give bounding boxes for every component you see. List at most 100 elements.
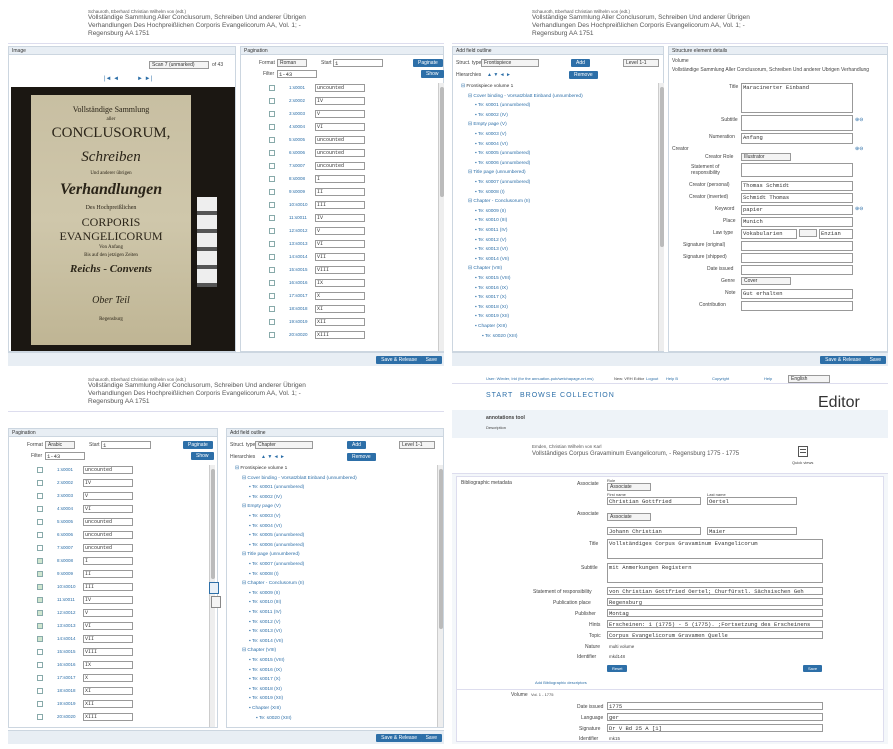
place-field[interactable]: Munich xyxy=(741,217,853,227)
tree-page-node[interactable]: ▪ Te: s0003 (V) xyxy=(475,131,506,139)
page-label-input[interactable]: uncounted xyxy=(315,162,365,170)
page-label-input[interactable]: V xyxy=(315,110,365,118)
tree-node[interactable]: ⊟ Chapter - Conclusorum (II) xyxy=(468,198,530,206)
pagination-row[interactable]: 20:s0020 XIII xyxy=(241,330,437,343)
tree-page-node[interactable]: ▪ Te: s0009 (II) xyxy=(475,208,506,216)
creator-inverted-field[interactable]: Schmidt Thomas xyxy=(741,193,853,203)
page-checkbox[interactable] xyxy=(37,701,43,707)
move-arrows-icon[interactable]: ▲ ▼ ◄ ► xyxy=(487,72,511,78)
publication-place-field[interactable]: Regensburg xyxy=(607,598,823,606)
signature-shipped-field[interactable] xyxy=(741,253,853,263)
pagination-row[interactable]: 7:s0007 uncounted xyxy=(9,543,205,556)
tree-page-node[interactable]: ▪ Te: s0001 (unnumbered) xyxy=(475,102,530,110)
page-label-input[interactable]: VIII xyxy=(83,648,133,656)
pagination-row[interactable]: 17:s0017 X xyxy=(241,291,437,304)
creator-personal-field[interactable]: Thomas Schmidt xyxy=(741,181,853,191)
language-field[interactable]: ger xyxy=(607,713,823,721)
add-remove-icon[interactable]: ⊕⊖ xyxy=(855,117,863,123)
pagination-row[interactable]: 19:s0019 XII xyxy=(9,699,205,712)
page-label-input[interactable]: XIII xyxy=(83,713,133,721)
tree-page-node[interactable]: ▪ Te: s0007 (unnumbered) xyxy=(249,561,304,569)
date-issued-field[interactable] xyxy=(741,265,853,275)
page-checkbox[interactable] xyxy=(37,714,43,720)
creator-role-select[interactable]: Illustrator xyxy=(741,153,791,161)
tree-page-node[interactable]: ▪ Te: s0020 (XIII) xyxy=(256,715,291,723)
page-label-input[interactable]: uncounted xyxy=(83,518,133,526)
tree-node[interactable]: ⊟ Cover binding - Vorsatzblatt Einband (… xyxy=(242,475,357,483)
pagination-row[interactable]: 17:s0017 X xyxy=(9,673,205,686)
associate-role-select[interactable]: Associate xyxy=(607,483,651,491)
tree-page-node[interactable]: ▪ Te: s0006 (unnumbered) xyxy=(475,160,530,168)
tree-page-node[interactable]: ▪ Te: s0001 (unnumbered) xyxy=(249,484,304,492)
page-label-input[interactable]: IV xyxy=(83,479,133,487)
page-checkbox[interactable] xyxy=(37,467,43,473)
page-label-input[interactable]: VI xyxy=(83,622,133,630)
page-checkbox[interactable] xyxy=(37,675,43,681)
page-label-input[interactable]: V xyxy=(83,492,133,500)
tree-page-node[interactable]: ▪ Te: s0015 (VIII) xyxy=(475,275,510,283)
pagination-row[interactable]: 15:s0015 VIII xyxy=(9,647,205,660)
tree-scrollbar[interactable] xyxy=(437,465,443,727)
tree-node[interactable]: ⊟ Title page (unnumbered) xyxy=(468,169,526,177)
structure-tree[interactable]: ⊟ Frontispiece volume 1 ⊟ Cover binding -… xyxy=(457,83,657,351)
tree-scrollbar[interactable] xyxy=(658,83,664,351)
filter-input[interactable]: 1-43 xyxy=(45,452,85,460)
page-checkbox[interactable] xyxy=(37,649,43,655)
pagination-row[interactable]: 10:s0010 III xyxy=(241,200,437,213)
level-select[interactable]: Level 1-1 xyxy=(623,59,659,67)
pagination-row[interactable]: 11:s0011 IV xyxy=(241,213,437,226)
page-label-input[interactable]: IX xyxy=(315,279,365,287)
page-checkbox[interactable] xyxy=(37,597,43,603)
tree-page-node[interactable]: ▪ Te: s0020 (XIII) xyxy=(482,333,517,341)
page-checkbox[interactable] xyxy=(269,202,275,208)
page-label-input[interactable]: XII xyxy=(315,318,365,326)
paginate-button[interactable]: Paginate xyxy=(413,59,443,67)
subnav-workflow[interactable]: annotations tool xyxy=(486,415,525,421)
save-button[interactable]: Save xyxy=(864,356,886,364)
pagination-row[interactable]: 13:s0013 VI xyxy=(241,239,437,252)
tree-page-node[interactable]: ▪ Te: s0005 (unnumbered) xyxy=(249,532,304,540)
page-label-input[interactable]: V xyxy=(315,227,365,235)
statement-field[interactable] xyxy=(741,163,853,177)
page-checkbox[interactable] xyxy=(269,137,275,143)
pagination-row[interactable]: 12:s0012 V xyxy=(241,226,437,239)
publisher-field[interactable]: Montag xyxy=(607,609,823,617)
save-release-button[interactable]: Save & Release xyxy=(376,734,422,742)
page-label-input[interactable]: III xyxy=(83,583,133,591)
tree-page-node[interactable]: ▪ Te: s0019 (XII) xyxy=(249,695,283,703)
contribution-field[interactable] xyxy=(741,301,853,311)
page-checkbox[interactable] xyxy=(269,267,275,273)
first-name-field[interactable]: Christian Gottfried xyxy=(607,497,701,505)
copyright-link[interactable]: Copyright xyxy=(712,376,729,381)
move-arrows-icon[interactable]: ▲ ▼ ◄ ► xyxy=(261,454,285,460)
page-checkbox[interactable] xyxy=(269,306,275,312)
tree-page-node[interactable]: ▪ Te: s0005 (unnumbered) xyxy=(475,150,530,158)
nav-prev-icon[interactable]: |◄ ◄ xyxy=(104,76,119,82)
add-remove-icon[interactable]: ⊕⊖ xyxy=(855,206,863,212)
tree-page-node[interactable]: ▪ Te: s0013 (VI) xyxy=(475,246,508,254)
language-select[interactable]: English xyxy=(788,375,830,383)
pagination-row[interactable]: 12:s0012 V xyxy=(9,608,205,621)
pagination-row[interactable]: 5:s0005 uncounted xyxy=(9,517,205,530)
pagination-row[interactable]: 18:s0018 XI xyxy=(241,304,437,317)
pagination-row[interactable]: 19:s0019 XII xyxy=(241,317,437,330)
page-checkbox[interactable] xyxy=(269,176,275,182)
tree-page-node[interactable]: ▪ Te: s0014 (VII) xyxy=(475,256,509,264)
page-label-input[interactable]: XIII xyxy=(315,331,365,339)
page-label-input[interactable]: VI xyxy=(315,123,365,131)
page-checkbox[interactable] xyxy=(269,280,275,286)
filter-input[interactable]: 1-43 xyxy=(277,70,317,78)
page-label-input[interactable]: VI xyxy=(315,240,365,248)
pagination-row[interactable]: 14:s0014 VII xyxy=(9,634,205,647)
remove-button[interactable]: Remove xyxy=(347,453,376,461)
save-button[interactable]: Save xyxy=(420,356,442,364)
pagination-row[interactable]: 2:s0002 IV xyxy=(9,478,205,491)
pagination-scrollbar[interactable] xyxy=(438,83,444,351)
page-checkbox[interactable] xyxy=(269,124,275,130)
calendar-icon[interactable] xyxy=(798,446,808,457)
page-checkbox[interactable] xyxy=(269,241,275,247)
tree-node[interactable]: ⊟ Frontispiece volume 1 xyxy=(461,83,513,91)
lawtype-select[interactable] xyxy=(799,229,817,237)
page-checkbox[interactable] xyxy=(37,571,43,577)
tree-page-node[interactable]: ▪ Te: s0012 (V) xyxy=(475,237,506,245)
